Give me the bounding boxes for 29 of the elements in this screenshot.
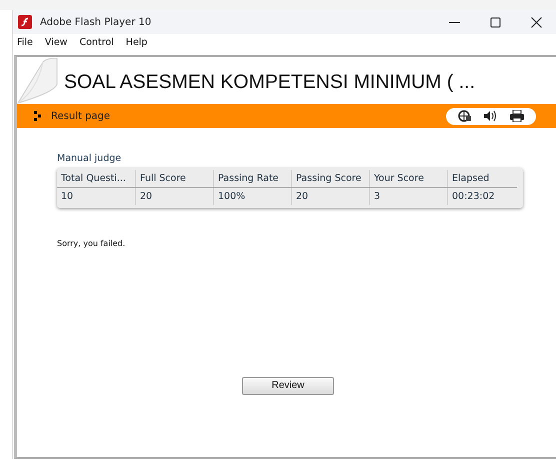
table-cell: 20 — [291, 188, 369, 205]
column-header: Your Score — [369, 170, 447, 187]
column-header: Passing Rate — [213, 170, 291, 187]
menu-item[interactable]: View — [44, 37, 68, 51]
page-heading: SOAL ASESMEN KOMPETENSI MINIMUM ( ... — [64, 71, 476, 94]
globe-icon[interactable] — [458, 110, 472, 122]
window-title: Adobe Flash Player 10 — [40, 16, 152, 28]
menu-item[interactable]: Control — [79, 37, 114, 51]
review-button[interactable]: Review — [242, 376, 334, 394]
table-cell-text: 10 — [60, 190, 74, 204]
toolbar-title: Result page — [51, 110, 110, 122]
column-header: Total Questi... — [60, 172, 127, 186]
table-cell: 20 — [135, 188, 213, 205]
column-header: Full Score — [135, 170, 213, 187]
result-message: Sorry, you failed. — [57, 239, 126, 248]
close-icon[interactable] — [531, 16, 542, 28]
table-cell: 3 — [369, 188, 447, 205]
menu-item[interactable]: File — [17, 37, 33, 51]
page-nav-icon — [34, 111, 42, 121]
maximize-icon[interactable] — [490, 16, 501, 28]
speaker-icon[interactable] — [484, 110, 498, 122]
flash-logo-icon — [18, 15, 32, 29]
table-cell: 100% — [213, 188, 291, 205]
table-cell: 00:23:02 — [447, 188, 523, 205]
column-header: Passing Score — [291, 170, 369, 187]
section-title: Manual judge — [57, 153, 122, 164]
menu-item[interactable]: Help — [126, 37, 148, 51]
printer-icon[interactable] — [510, 110, 524, 122]
column-header: Elapsed — [447, 170, 523, 187]
